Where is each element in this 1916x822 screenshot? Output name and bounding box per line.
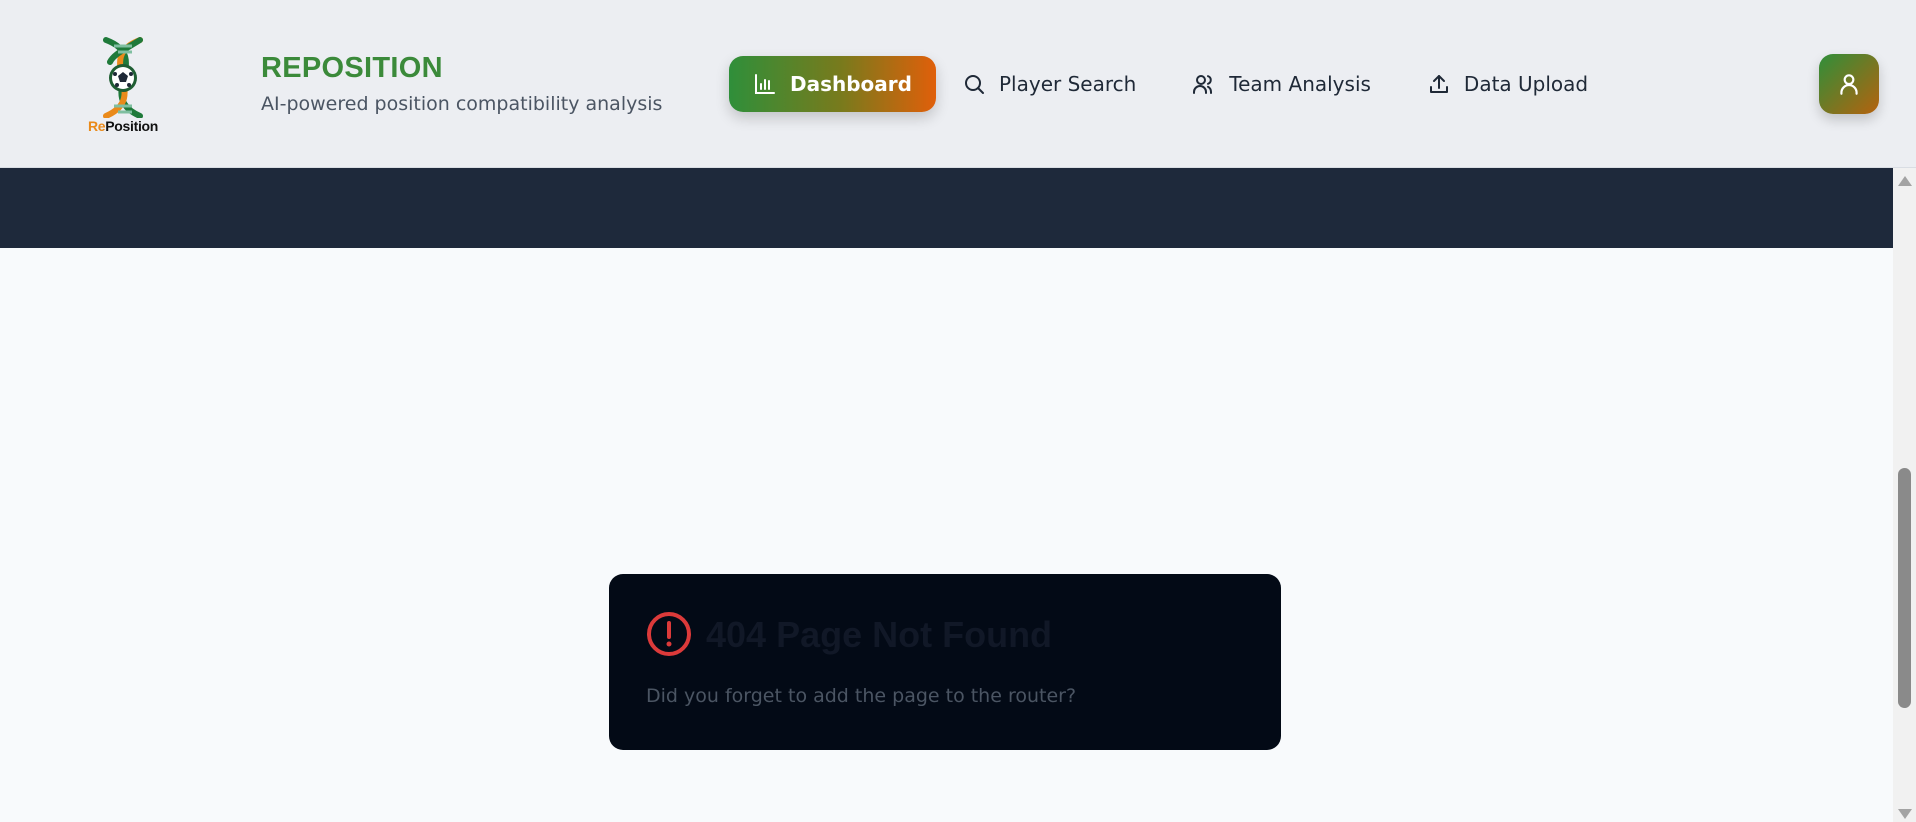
main-nav: Dashboard Player Search Team Analysis Da…	[729, 56, 1628, 112]
nav-team-analysis[interactable]: Team Analysis	[1176, 56, 1387, 112]
brand-title: REPOSITION	[261, 52, 443, 84]
logo-wordmark-position: Position	[105, 118, 159, 134]
scroll-up-arrow-icon[interactable]	[1898, 176, 1912, 186]
error-title: 404 Page Not Found	[706, 614, 1053, 655]
page: RePosition REPOSITION AI-powered positio…	[0, 0, 1916, 822]
app-header: RePosition REPOSITION AI-powered positio…	[0, 0, 1916, 168]
vertical-scrollbar[interactable]	[1893, 168, 1916, 822]
search-icon	[962, 72, 986, 96]
logo-wordmark: RePosition	[84, 118, 162, 134]
error-message: Did you forget to add the page to the ro…	[646, 685, 1077, 707]
brand-subtitle: AI-powered position compatibility analys…	[261, 93, 663, 115]
scrollbar-thumb[interactable]	[1898, 468, 1911, 708]
nav-team-analysis-label: Team Analysis	[1229, 72, 1371, 96]
app-logo[interactable]: RePosition	[84, 36, 162, 140]
user-profile-button[interactable]	[1819, 54, 1879, 114]
nav-player-search[interactable]: Player Search	[946, 56, 1152, 112]
nav-data-upload[interactable]: Data Upload	[1411, 56, 1604, 112]
nav-player-search-label: Player Search	[998, 72, 1137, 96]
nav-data-upload-label: Data Upload	[1463, 72, 1589, 96]
not-found-card: 404 Page Not Found Did you forget to add…	[609, 574, 1281, 750]
upload-icon	[1427, 72, 1451, 96]
nav-dashboard[interactable]: Dashboard	[729, 56, 936, 112]
user-icon	[1840, 74, 1858, 95]
dark-banner	[0, 168, 1893, 248]
nav-dashboard-label: Dashboard	[790, 72, 912, 96]
logo-wordmark-re: Re	[87, 118, 106, 134]
bar-chart-icon	[753, 72, 777, 96]
alert-circle-icon	[647, 612, 691, 656]
dna-football-logo-icon	[103, 37, 143, 119]
users-icon	[1192, 72, 1216, 96]
scroll-down-arrow-icon[interactable]	[1898, 809, 1912, 819]
